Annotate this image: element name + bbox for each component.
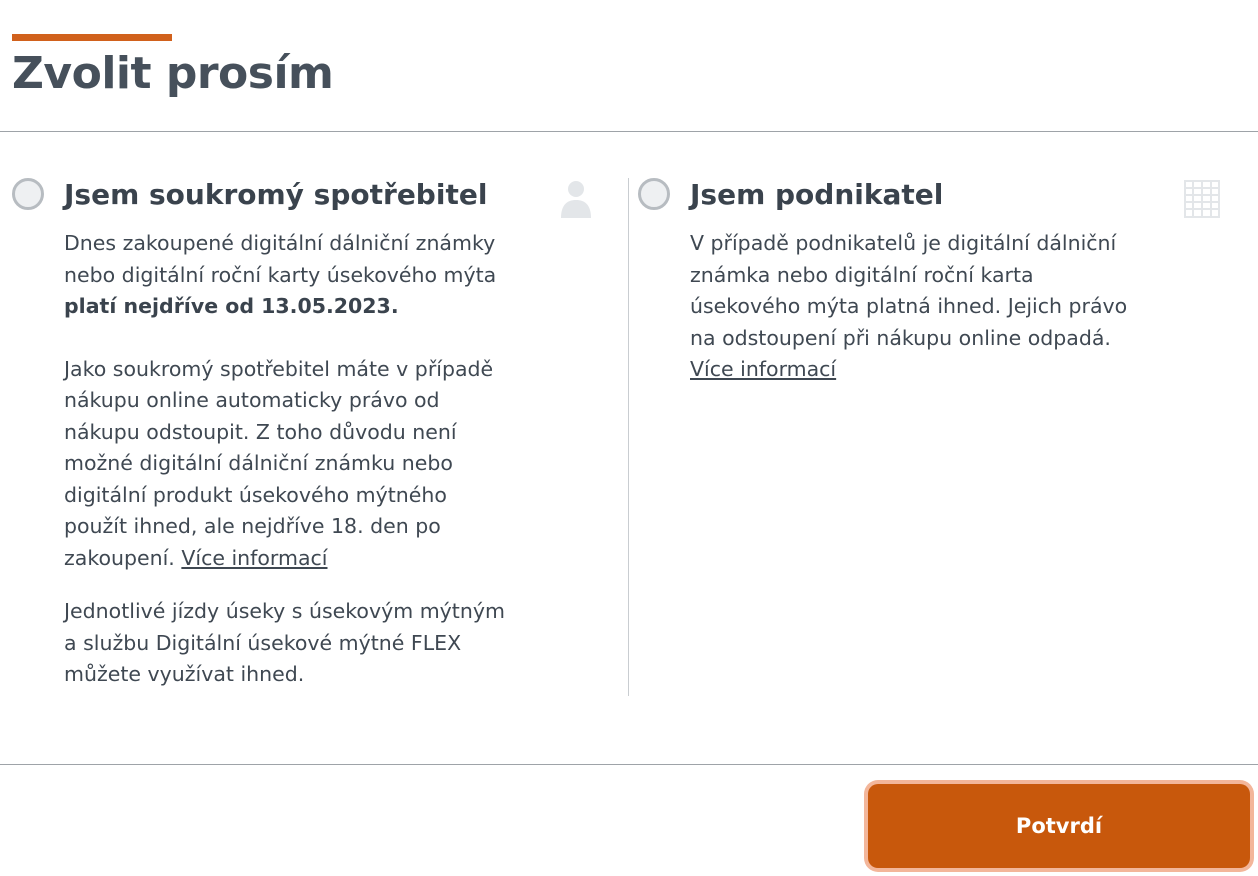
choice-dialog: Zvolit prosím Jsem soukromý spotřebitel … (0, 0, 1258, 876)
more-info-link-business[interactable]: Více informací (690, 357, 836, 381)
private-paragraph-1: Dnes zakoupené digitální dálniční známky… (64, 228, 514, 323)
page-title: Zvolit prosím (12, 48, 334, 99)
column-divider (628, 178, 629, 696)
private-valid-from-text: platí nejdříve od 13.05.2023. (64, 294, 399, 318)
option-body-business: V případě podnikatelů je digitální dálni… (690, 228, 1140, 386)
option-title-business: Jsem podnikatel (690, 178, 944, 211)
footer-divider (0, 764, 1258, 765)
private-paragraph-3: Jednotlivé jízdy úseky s úsekovým mýtným… (64, 599, 505, 686)
radio-private-consumer[interactable] (12, 178, 44, 210)
private-paragraph-1-text: Dnes zakoupené digitální dálniční známky… (64, 231, 497, 287)
person-icon (561, 181, 591, 218)
private-paragraph-2: Jako soukromý spotřebitel máte v případě… (64, 354, 514, 575)
private-paragraph-2-text: Jako soukromý spotřebitel máte v případě… (64, 356, 494, 570)
title-accent-bar (12, 34, 172, 41)
option-title-private: Jsem soukromý spotřebitel (64, 178, 488, 211)
radio-business[interactable] (638, 178, 670, 210)
confirm-button[interactable]: Potvrdí (868, 784, 1250, 868)
more-info-link-private[interactable]: Více informací (181, 546, 327, 570)
header-divider (0, 131, 1258, 132)
option-body-private: Dnes zakoupené digitální dálniční známky… (64, 228, 514, 691)
business-paragraph-1-text: V případě podnikatelů je digitální dálni… (690, 231, 1128, 350)
business-paragraph-1: V případě podnikatelů je digitální dálni… (690, 228, 1140, 386)
building-icon (1184, 180, 1220, 218)
